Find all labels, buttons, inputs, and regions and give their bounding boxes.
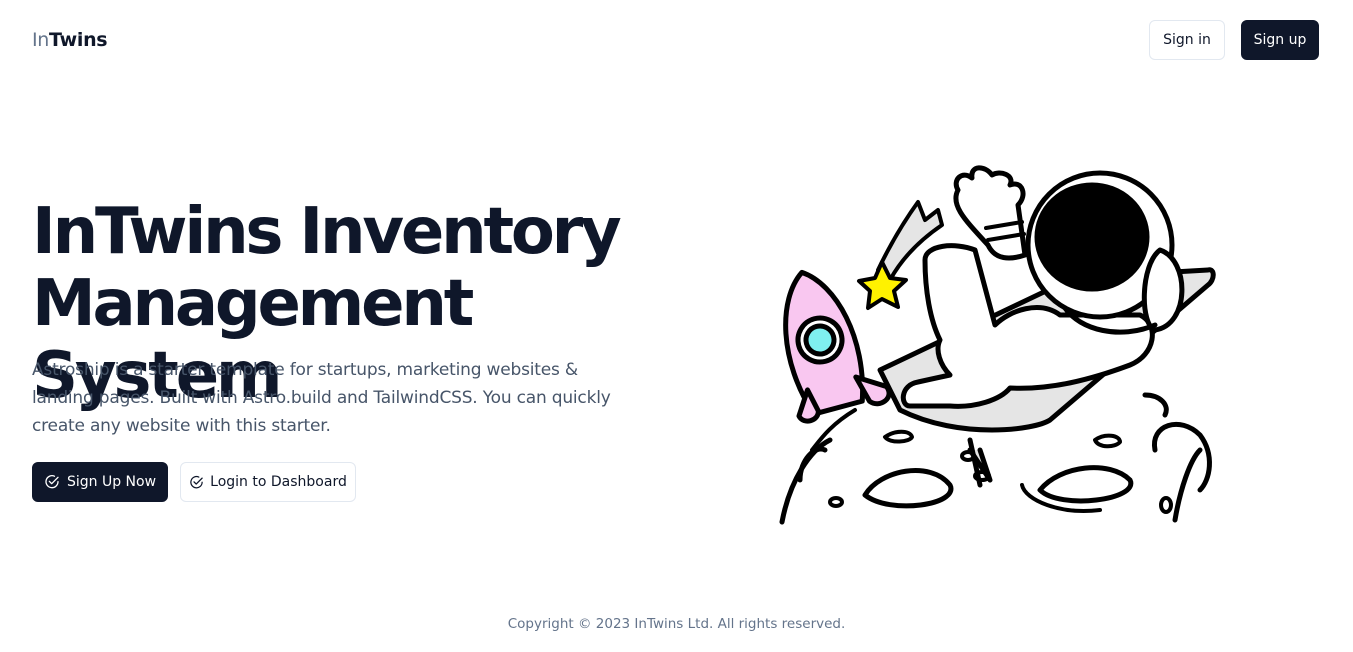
sign-up-now-label: Sign Up Now	[66, 474, 157, 490]
login-dashboard-label: Login to Dashboard	[210, 474, 347, 490]
login-dashboard-button[interactable]: Login to Dashboard	[180, 462, 356, 502]
hero-description: Astroship is a starter template for star…	[32, 360, 611, 436]
moon-crater	[1159, 496, 1173, 514]
copyright-text: Copyright © 2023 InTwins Ltd. All rights…	[507, 616, 846, 632]
site-header: InTwins Sign in Sign up	[0, 0, 1353, 80]
moon-crater	[862, 468, 954, 509]
astronaut-arm	[953, 165, 1028, 261]
check-circle-icon	[45, 475, 59, 489]
helmet-visor	[1034, 182, 1150, 292]
sign-up-now-button[interactable]: Sign Up Now	[32, 462, 168, 502]
moon-rock	[797, 446, 828, 483]
sign-in-button[interactable]: Sign in	[1149, 20, 1225, 60]
astronaut-illustration	[779, 165, 1216, 525]
brand-logo[interactable]: InTwins	[32, 29, 108, 51]
moon-crater	[1037, 465, 1134, 504]
moon-crater	[883, 429, 914, 444]
title-line-1: InTwins Inventory	[32, 195, 622, 269]
moon-crater	[828, 496, 844, 508]
moon-rock	[1152, 421, 1212, 493]
sign-up-button[interactable]: Sign up	[1241, 20, 1319, 60]
brand-prefix: In	[32, 29, 50, 51]
check-circle-icon	[190, 475, 203, 488]
site-footer: Copyright © 2023 InTwins Ltd. All rights…	[0, 616, 1353, 632]
helmet-ear	[1141, 247, 1185, 333]
moon-crater	[1093, 433, 1122, 449]
brand-name: Twins	[49, 29, 108, 51]
